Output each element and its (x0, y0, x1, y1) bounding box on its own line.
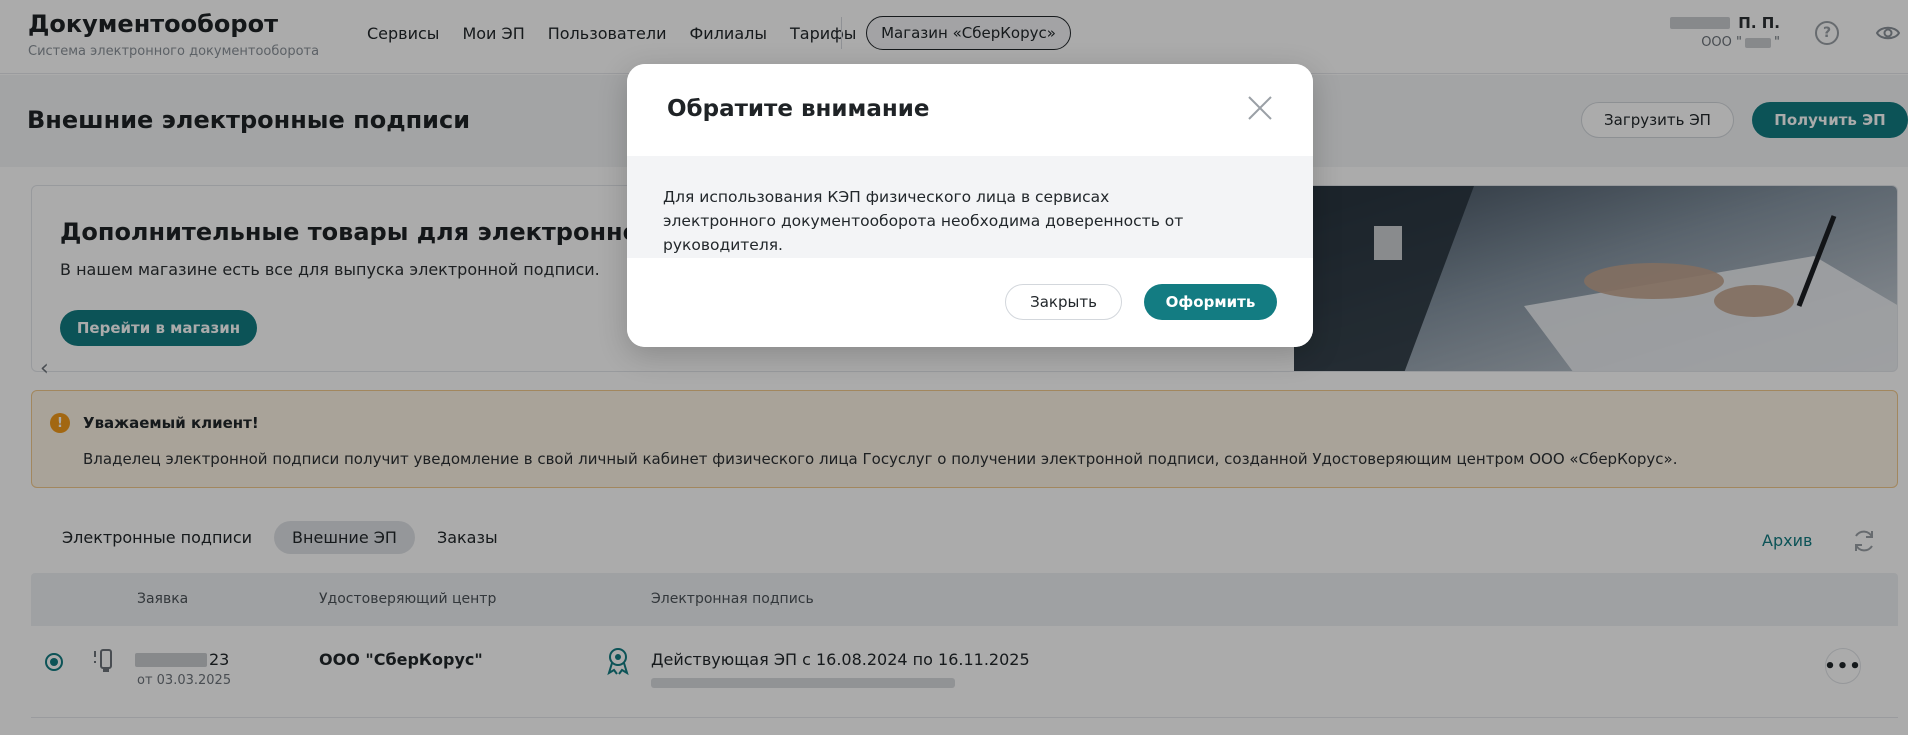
close-icon[interactable] (1247, 95, 1273, 121)
modal-close-button[interactable]: Закрыть (1005, 284, 1122, 320)
modal-submit-button[interactable]: Оформить (1144, 284, 1277, 320)
modal-text: Для использования КЭП физического лица в… (663, 188, 1184, 254)
modal-body: Для использования КЭП физического лица в… (627, 156, 1313, 258)
modal-title: Обратите внимание (667, 96, 930, 122)
modal-header: Обратите внимание (627, 64, 1313, 156)
attention-modal: Обратите внимание Для использования КЭП … (627, 64, 1313, 347)
